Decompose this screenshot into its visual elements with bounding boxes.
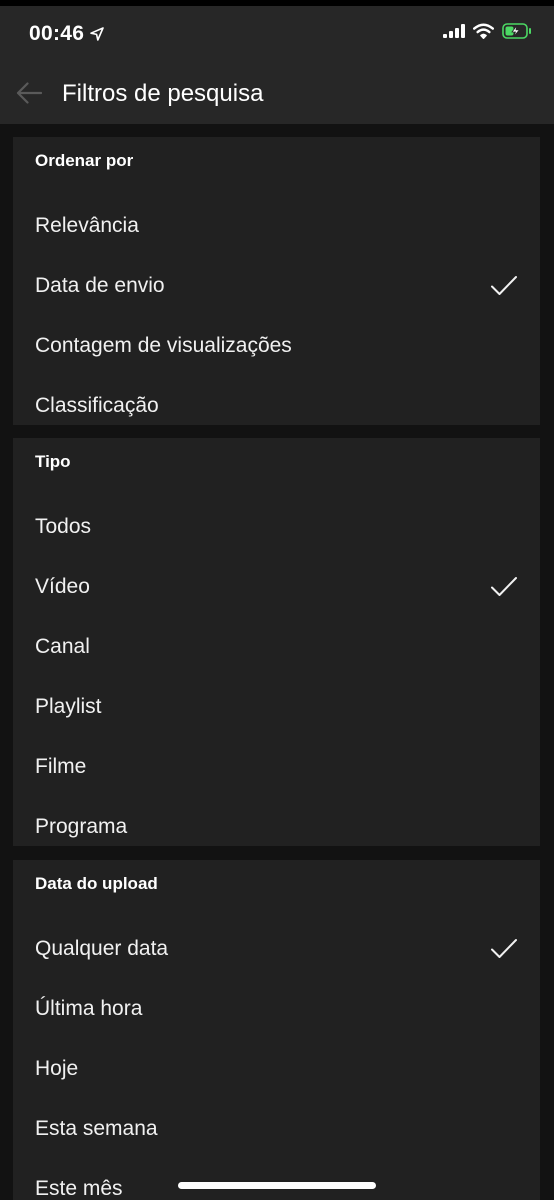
status-time: 00:46 bbox=[29, 22, 85, 45]
status-icons bbox=[443, 23, 532, 39]
section-upload-date: Data do upload Qualquer data Última hora… bbox=[13, 860, 540, 1200]
status-time-group: 00:46 bbox=[29, 22, 105, 46]
app-bar: Filtros de pesquisa bbox=[0, 62, 554, 124]
section-sort-by: Ordenar por Relevância Data de envio Con… bbox=[13, 137, 540, 425]
option-label: Esta semana bbox=[35, 1117, 158, 1140]
check-icon bbox=[491, 939, 517, 958]
section-type: Tipo Todos Vídeo Canal Playlist Filme Pr… bbox=[13, 438, 540, 846]
option-label: Vídeo bbox=[35, 575, 90, 598]
type-option-all[interactable]: Todos bbox=[13, 497, 540, 557]
search-filters-screen: 00:46 Filtros de pesquisa Ordenar por Re… bbox=[0, 0, 554, 1200]
option-label: Data de envio bbox=[35, 274, 165, 297]
arrow-left-icon bbox=[16, 82, 42, 104]
option-label: Hoje bbox=[35, 1057, 79, 1080]
back-button[interactable] bbox=[10, 74, 48, 112]
date-option-any[interactable]: Qualquer data bbox=[13, 919, 540, 979]
option-label: Este mês bbox=[35, 1177, 123, 1200]
date-option-today[interactable]: Hoje bbox=[13, 1039, 540, 1099]
location-arrow-icon bbox=[90, 27, 105, 41]
option-label: Qualquer data bbox=[35, 937, 169, 960]
section-header: Ordenar por bbox=[35, 151, 134, 170]
cellular-signal-icon bbox=[443, 24, 465, 38]
section-header: Data do upload bbox=[35, 874, 158, 893]
type-option-show[interactable]: Programa bbox=[13, 797, 540, 857]
sort-option-upload-date[interactable]: Data de envio bbox=[13, 256, 540, 316]
sort-option-rating[interactable]: Classificação bbox=[13, 376, 540, 436]
wifi-icon bbox=[473, 23, 494, 39]
check-icon bbox=[491, 276, 517, 295]
option-label: Playlist bbox=[35, 695, 102, 718]
page-title: Filtros de pesquisa bbox=[62, 80, 264, 107]
option-label: Relevância bbox=[35, 214, 139, 237]
date-option-this-week[interactable]: Esta semana bbox=[13, 1099, 540, 1159]
home-indicator[interactable] bbox=[178, 1182, 376, 1189]
sort-option-relevance[interactable]: Relevância bbox=[13, 196, 540, 256]
check-icon bbox=[491, 577, 517, 596]
option-label: Classificação bbox=[35, 394, 159, 417]
section-header: Tipo bbox=[35, 452, 71, 471]
type-option-movie[interactable]: Filme bbox=[13, 737, 540, 797]
type-option-video[interactable]: Vídeo bbox=[13, 557, 540, 617]
date-option-this-month[interactable]: Este mês bbox=[13, 1159, 540, 1200]
option-label: Última hora bbox=[35, 997, 143, 1020]
type-option-playlist[interactable]: Playlist bbox=[13, 677, 540, 737]
option-label: Contagem de visualizações bbox=[35, 334, 292, 357]
option-label: Filme bbox=[35, 755, 87, 778]
option-label: Canal bbox=[35, 635, 90, 658]
status-bar: 00:46 bbox=[0, 6, 554, 62]
option-label: Programa bbox=[35, 815, 128, 838]
sort-option-view-count[interactable]: Contagem de visualizações bbox=[13, 316, 540, 376]
option-label: Todos bbox=[35, 515, 92, 538]
battery-charging-icon bbox=[502, 23, 531, 39]
date-option-last-hour[interactable]: Última hora bbox=[13, 979, 540, 1039]
filters-list: Ordenar por Relevância Data de envio Con… bbox=[0, 124, 554, 1200]
type-option-channel[interactable]: Canal bbox=[13, 617, 540, 677]
